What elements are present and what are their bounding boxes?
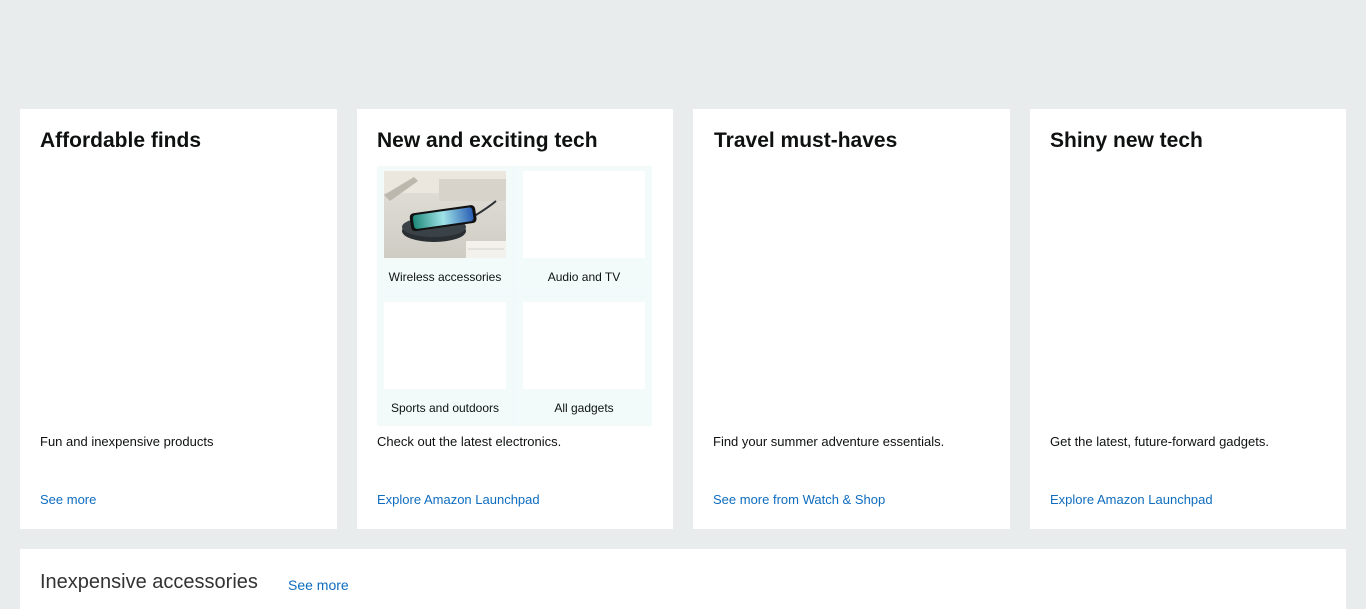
see-more-link[interactable]: See more	[40, 492, 96, 507]
card-travel-must-haves: Travel must-haves Find your summer adven…	[693, 109, 1010, 529]
explore-launchpad-link[interactable]: Explore Amazon Launchpad	[1050, 492, 1213, 507]
tile-sports-and-outdoors[interactable]: Sports and outdoors	[377, 297, 513, 426]
tile-all-gadgets[interactable]: All gadgets	[516, 297, 652, 426]
card-affordable-finds: Affordable finds Fun and inexpensive pro…	[20, 109, 337, 529]
card-description: Fun and inexpensive products	[40, 434, 214, 449]
tile-image-placeholder	[523, 302, 645, 389]
card-title: Travel must-haves	[714, 129, 898, 152]
wireless-charger-phone-image	[384, 171, 506, 258]
card-title: New and exciting tech	[377, 129, 598, 152]
see-more-link[interactable]: See more	[288, 577, 349, 593]
tile-wireless-accessories[interactable]: Wireless accessories	[377, 166, 513, 295]
carousel-title: Inexpensive accessories	[40, 571, 258, 593]
explore-launchpad-link[interactable]: Explore Amazon Launchpad	[377, 492, 540, 507]
card-title: Shiny new tech	[1050, 129, 1203, 152]
tile-image-placeholder	[523, 171, 645, 258]
tile-label: Wireless accessories	[388, 270, 502, 284]
see-more-watch-shop-link[interactable]: See more from Watch & Shop	[713, 492, 885, 507]
tile-image-placeholder	[384, 302, 506, 389]
card-description: Find your summer adventure essentials.	[713, 434, 945, 449]
tile-audio-and-tv[interactable]: Audio and TV	[516, 166, 652, 295]
card-description: Check out the latest electronics.	[377, 434, 562, 449]
card-title: Affordable finds	[40, 129, 201, 152]
tile-label: Audio and TV	[547, 270, 621, 284]
wireless-charger-illustration	[384, 171, 506, 258]
tile-label: Sports and outdoors	[390, 401, 500, 415]
category-tile-grid: Wireless accessories Audio and TV Sports…	[377, 166, 652, 426]
card-shiny-new-tech: Shiny new tech Get the latest, future-fo…	[1030, 109, 1346, 529]
card-new-exciting-tech: New and exciting tech Wireless accessori…	[357, 109, 673, 529]
carousel-inexpensive-accessories: Inexpensive accessories See more	[20, 549, 1346, 609]
tile-label: All gadgets	[554, 401, 614, 415]
card-description: Get the latest, future-forward gadgets.	[1050, 434, 1269, 449]
